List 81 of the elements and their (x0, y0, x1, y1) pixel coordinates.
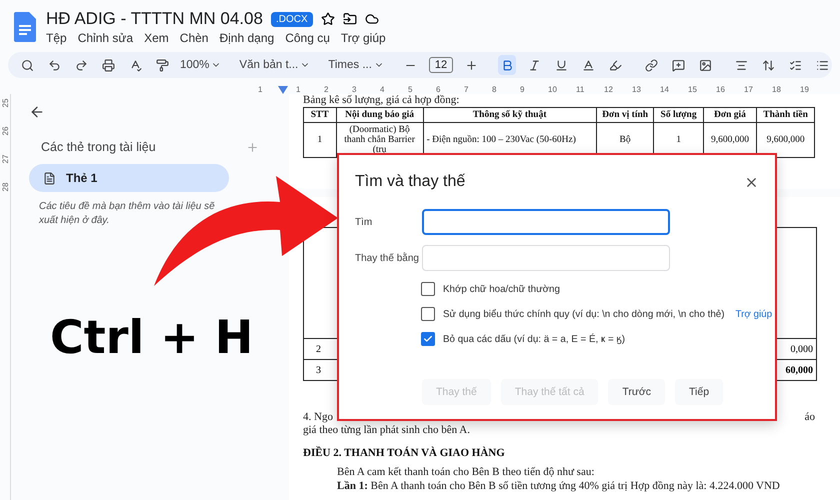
move-folder-icon[interactable] (342, 12, 357, 26)
ruler-number: 13 (632, 85, 642, 94)
menu-item[interactable]: Trợ giúp (340, 31, 386, 45)
field-label: Tìm (355, 216, 374, 228)
section-heading: ĐIỀU 2. THANH TOÁN VÀ GIAO HÀNG (303, 447, 506, 459)
column-header: Nội dung báo giá (336, 108, 424, 122)
sidebar-heading: Các thẻ trong tài liệu (41, 140, 156, 154)
ruler-number: 25 (0, 98, 10, 108)
checkbox-label: Sử dụng biểu thức chính quy (ví dụ: \n cho dòng mới, \n cho thẻ) (443, 308, 724, 320)
ruler-number: 19 (800, 85, 810, 94)
ruler-number: 10 (548, 85, 558, 94)
dialog-button[interactable]: Trước (608, 379, 666, 405)
menu-item[interactable]: Chèn (180, 31, 208, 45)
hint-text: Các tiêu đề mà bạn thêm vào tài liệu sẽ xuất hiện ở đây. (39, 200, 216, 228)
menu-item[interactable]: Tệp (46, 31, 67, 45)
table-cell-text: 0,000 (790, 344, 814, 354)
document-title[interactable]: HĐ ADIG - TTTTN MN 04.08 (46, 9, 263, 29)
paragraph: giá theo từng lần phát sinh cho bên A. (303, 424, 471, 437)
ruler-number: 6 (436, 85, 442, 94)
zoom-dropdown[interactable]: 100% (180, 59, 222, 71)
table-cell-text: 2 (315, 344, 322, 354)
star-icon[interactable] (320, 12, 335, 26)
column-header: Đơn vị tính (596, 108, 654, 122)
menu-item[interactable]: Xem (144, 31, 169, 45)
column-header: Số lượng (654, 108, 704, 122)
paragraph: Bên A cam kết thanh toán cho Bên B theo tiến độ như sau: (336, 465, 596, 479)
ruler-number: 4 (380, 85, 386, 94)
column-header: Đơn giá (703, 108, 757, 122)
column-header: Thông số kỹ thuật (423, 108, 596, 122)
paragraph: Bảng kê số lượng, giá cả hợp đồng: (303, 94, 460, 107)
menu-item[interactable]: Định dạng (219, 31, 274, 45)
ruler-number: 1 (258, 85, 264, 94)
ruler-number: 9 (520, 85, 526, 94)
help-link[interactable]: Trợ giúp (736, 308, 772, 320)
checkbox-label: Khớp chữ hoa/chữ thường (443, 284, 560, 294)
checkbox[interactable] (421, 282, 435, 296)
ruler-number: 1 (296, 85, 302, 94)
ruler-number: 7 (464, 85, 470, 94)
font-dropdown[interactable]: Times ... (328, 59, 384, 71)
font-size-field[interactable]: 12 (428, 57, 454, 73)
table-cell: 1 (304, 122, 336, 158)
checkbox[interactable] (421, 332, 435, 346)
ruler-number: 3 (352, 85, 358, 94)
menu-item[interactable]: Công cụ (285, 31, 330, 45)
checkbox[interactable] (421, 307, 435, 321)
style-dropdown[interactable]: Văn bản t... (239, 59, 310, 71)
ruler-number: 26 (0, 126, 10, 136)
ruler-number: 5 (408, 85, 414, 94)
indent-marker-icon[interactable] (278, 86, 288, 94)
shortcut-label: Ctrl + H (50, 310, 254, 364)
ruler-number: 11 (576, 85, 586, 94)
paragraph: 4. Ngo (303, 411, 333, 424)
column-header: STT (304, 108, 336, 122)
document-icon (43, 172, 56, 184)
ruler-number: 15 (688, 85, 698, 94)
ruler-number: 14 (660, 85, 670, 94)
dialog-button[interactable]: Tiếp (675, 379, 724, 405)
paragraph: áo (804, 411, 815, 424)
file-type-badge: .DOCX (270, 12, 313, 26)
checkmark-icon (423, 334, 433, 344)
ruler-number: 16 (716, 85, 726, 94)
column-header: Thành tiền (756, 108, 814, 122)
input-field[interactable] (422, 209, 670, 235)
ruler-number: 8 (492, 85, 498, 94)
ruler-number: 17 (744, 85, 754, 94)
ruler-number: 28 (0, 182, 10, 192)
outline-tab[interactable]: Thẻ 1 (29, 164, 229, 192)
field-label: Thay thế bằng (355, 252, 420, 264)
paragraph: Lần 1: Bên A thanh toán cho Bên B số tiền tương ứng 40% giá trị Hợp đồng này là: 4.224.000 VND (336, 479, 781, 493)
ruler-number: 2 (324, 85, 329, 94)
dialog-title: Tìm và thay thế (355, 173, 466, 191)
docs-logo-icon[interactable] (14, 12, 36, 42)
table-cell-text: 3 (315, 364, 322, 376)
cloud-icon[interactable] (364, 12, 379, 26)
bold-icon[interactable] (498, 55, 516, 75)
table-cell-text: 60,000 (784, 364, 814, 376)
ruler-number: 27 (0, 154, 10, 164)
ruler-number: 18 (772, 85, 782, 94)
checkbox-label: Bỏ qua các dấu (ví dụ: ä = a, E = É, ҝ = ӄ) (443, 334, 626, 344)
menu-item[interactable]: Chỉnh sửa (78, 31, 134, 45)
ruler-number: 12 (604, 85, 614, 94)
